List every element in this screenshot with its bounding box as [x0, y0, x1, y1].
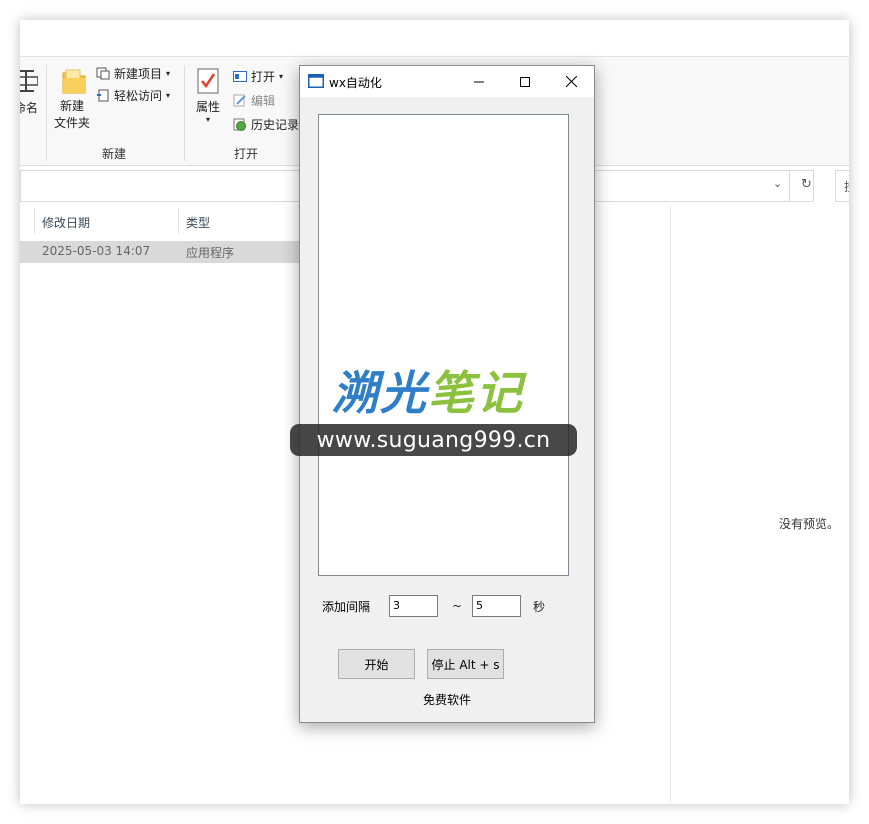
dropdown-arrow-icon: ▾	[166, 91, 171, 100]
new-folder-label-1: 新建	[59, 99, 84, 113]
group-label-new: 新建	[102, 147, 127, 161]
folder-icon	[62, 69, 85, 94]
edit-icon	[233, 94, 246, 107]
properties-icon	[197, 68, 219, 94]
easy-access-button[interactable]: 轻松访问 ▾	[96, 87, 170, 104]
dropdown-arrow-icon: ▾	[205, 115, 210, 124]
chevron-down-icon[interactable]: ⌄	[773, 177, 782, 190]
open-button[interactable]: 打开 ▾	[233, 68, 283, 85]
interval-separator: ~	[452, 599, 463, 613]
column-separator[interactable]	[34, 208, 35, 234]
preview-pane-separator[interactable]	[670, 206, 671, 804]
group-separator	[184, 65, 185, 161]
history-icon	[233, 118, 246, 131]
minimize-button[interactable]	[456, 66, 502, 97]
new-folder-button[interactable]: 新建 文件夹	[52, 67, 92, 132]
interval-label: 添加间隔	[322, 600, 371, 614]
close-icon	[565, 76, 577, 87]
search-box-placeholder: 搜	[844, 178, 849, 195]
easy-access-icon	[97, 89, 109, 102]
watermark-url: www.suguang999.cn	[290, 424, 577, 456]
window-title: wx自动化	[329, 76, 382, 90]
rename-label: 命名	[20, 101, 39, 115]
watermark-logo-green: 笔记	[428, 366, 524, 420]
maximize-button[interactable]	[502, 66, 548, 97]
group-separator	[46, 65, 47, 161]
properties-label: 属性	[195, 100, 220, 114]
refresh-icon[interactable]: ↻	[801, 177, 812, 192]
column-header-type[interactable]: 类型	[186, 214, 210, 231]
rename-button[interactable]: 命名	[20, 67, 39, 115]
column-header-date-modified[interactable]: 修改日期	[42, 214, 90, 231]
title-bar[interactable]: wx自动化	[300, 66, 594, 97]
properties-button[interactable]: 属性 ▾	[192, 67, 224, 124]
maximize-icon	[520, 76, 530, 87]
file-type: 应用程序	[186, 246, 235, 260]
edit-button[interactable]: 编辑	[233, 92, 275, 109]
open-icon	[233, 71, 247, 82]
column-separator[interactable]	[178, 208, 179, 234]
history-label: 历史记录	[251, 118, 300, 132]
minimize-icon	[474, 81, 484, 82]
window-icon	[308, 74, 324, 88]
rename-icon	[20, 70, 39, 92]
start-button[interactable]: 开始	[338, 649, 415, 679]
stop-button[interactable]: 停止 Alt + s	[427, 649, 504, 679]
easy-access-label: 轻松访问	[114, 89, 163, 103]
new-item-icon	[96, 67, 110, 80]
watermark-logo: 溯光笔记	[332, 357, 524, 423]
watermark-logo-blue: 溯光	[332, 366, 428, 420]
group-label-open: 打开	[234, 147, 259, 161]
file-list-row[interactable]: 2025-05-03 14:07 应用程序	[20, 241, 320, 263]
history-button[interactable]: 历史记录	[233, 116, 299, 133]
new-item-label: 新建项目	[114, 67, 163, 81]
new-item-button[interactable]: 新建项目 ▾	[96, 65, 170, 82]
edit-label: 编辑	[251, 94, 276, 108]
dropdown-arrow-icon: ▾	[279, 72, 284, 81]
close-button[interactable]	[548, 66, 594, 97]
address-divider	[789, 171, 790, 201]
open-label: 打开	[251, 70, 276, 84]
log-display-area[interactable]	[318, 114, 569, 576]
file-date-modified: 2025-05-03 14:07	[42, 244, 151, 258]
search-box[interactable]: 搜	[835, 170, 849, 202]
footer-label: 免费软件	[422, 693, 471, 707]
interval-max-input[interactable]: 5	[472, 595, 521, 617]
seconds-label: 秒	[533, 600, 546, 614]
interval-min-input[interactable]: 3	[389, 595, 438, 617]
no-preview-text: 没有预览。	[779, 517, 840, 531]
dropdown-arrow-icon: ▾	[166, 69, 171, 78]
new-folder-label-2: 文件夹	[53, 116, 90, 130]
